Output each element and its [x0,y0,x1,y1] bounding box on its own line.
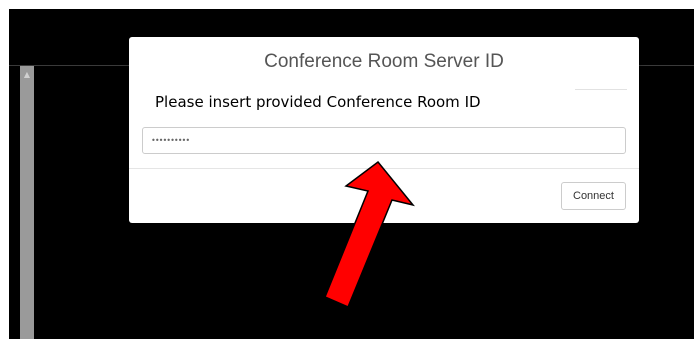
divider [639,65,694,66]
conference-room-id-input[interactable] [142,127,626,154]
scroll-up-icon[interactable]: ▲ [20,70,34,80]
scrollbar[interactable]: ▲ [20,66,34,339]
app-screen: ▲ Conference Room Server ID Please inser… [9,9,694,339]
divider [575,89,627,90]
connect-button[interactable]: Connect [561,182,626,210]
prompt-label: Please insert provided Conference Room I… [155,93,481,111]
dialog-title: Conference Room Server ID [264,51,504,72]
divider [129,168,639,169]
conference-room-dialog: Conference Room Server ID Please insert … [129,37,639,223]
